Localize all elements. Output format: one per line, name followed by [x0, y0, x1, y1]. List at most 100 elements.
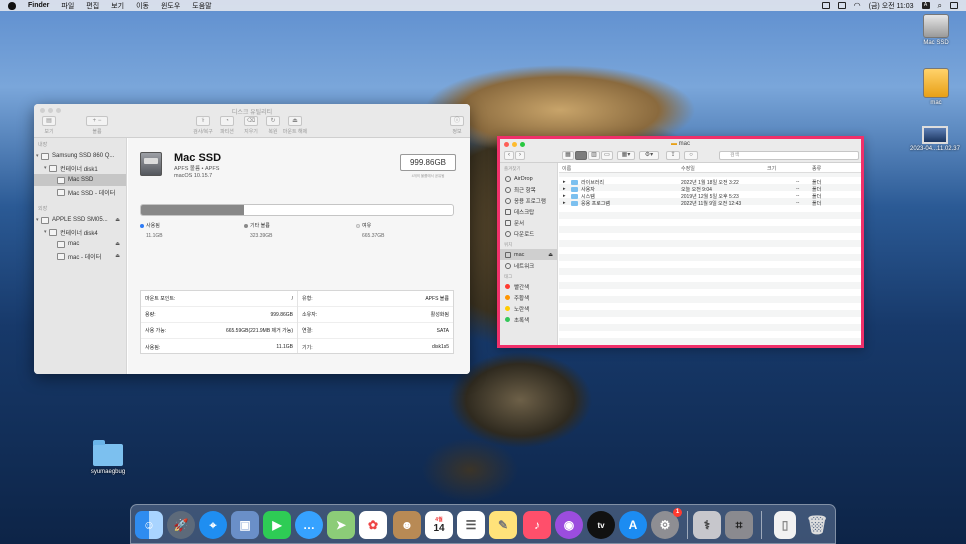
desktop-icon-mac-ssd[interactable]: Mac SSD [916, 14, 956, 46]
menu-go[interactable]: 이동 [136, 1, 149, 11]
share-button[interactable]: ⇪ [666, 151, 680, 160]
apple-icon[interactable] [8, 1, 16, 10]
disclosure-icon[interactable]: ▸ [563, 200, 566, 206]
sidebar-item-desktop[interactable]: 데스크탑 [500, 206, 557, 217]
volume-button[interactable]: + − 볼륨 [84, 116, 110, 135]
document-icon[interactable]: ▯ [774, 511, 796, 539]
container-icon [49, 164, 57, 172]
sidebar-tag-red[interactable]: 빨간색 [500, 281, 557, 292]
eject-icon[interactable]: ⏏ [115, 217, 120, 223]
reminders-icon[interactable]: ☰ [457, 511, 485, 539]
disclosure-icon[interactable]: ▸ [563, 186, 566, 192]
sidebar-tag-yellow[interactable]: 노란색 [500, 303, 557, 314]
control-center-icon[interactable] [950, 2, 958, 9]
airdrop-icon [505, 175, 511, 182]
app-store-icon[interactable]: A [619, 511, 647, 539]
disclosure-icon[interactable]: ▸ [563, 179, 566, 185]
trash-icon[interactable]: 🗑 [803, 511, 831, 539]
clock[interactable]: (금) 오전 11:03 [869, 1, 914, 11]
view-button[interactable]: ▤ 보기 [38, 116, 60, 135]
file-row[interactable]: ▸ 응용 프로그램 2022년 11월 9일 오전 12:43 -- 폴더 [559, 200, 861, 207]
unmount-button[interactable]: ⏏ 마운트 해제 [280, 116, 310, 135]
notes-icon[interactable]: ✎ [489, 511, 517, 539]
column-view-button[interactable]: ▥ [588, 151, 600, 160]
finder-window: ▬ mac ‹ › ▦ ▥ ▭ ▦▾ ⚙▾ ⇪ ○ 검색 즐겨찾기 AirDro… [500, 139, 861, 345]
sidebar-item-mac[interactable]: mac ⏏ [500, 249, 557, 260]
sidebar-item-samsung-ssd[interactable]: ▾ Samsung SSD 860 Q... [34, 150, 126, 162]
desktop-icon-folder[interactable]: syumaegbug [84, 440, 132, 475]
sidebar-item-network[interactable]: 네트워크 [500, 260, 557, 271]
info-button[interactable]: ⓘ 정보 [446, 116, 468, 135]
search-input[interactable]: 검색 [719, 151, 859, 160]
desktop-icon-label: Mac SSD [923, 40, 949, 46]
gallery-view-button[interactable]: ▭ [601, 151, 613, 160]
menu-finder[interactable]: Finder [28, 2, 49, 9]
sidebar-item-container-disk4[interactable]: ▾ 컨테이너 disk4 [34, 226, 126, 238]
sidebar-tag-orange[interactable]: 주황색 [500, 292, 557, 303]
photos-icon[interactable]: ✿ [359, 511, 387, 539]
document-icon [505, 219, 511, 226]
preview-icon[interactable]: ▣ [231, 511, 259, 539]
icon-view-button[interactable]: ▦ [562, 151, 574, 160]
podcasts-icon[interactable]: ◉ [555, 511, 583, 539]
sidebar-item-mac-ssd-data[interactable]: Mac SSD - 데이터 [34, 186, 126, 198]
tv-icon[interactable]: tv [587, 511, 615, 539]
sidebar-item-container-disk1[interactable]: ▾ 컨테이너 disk1 [34, 162, 126, 174]
column-size[interactable]: 크기 [767, 165, 776, 172]
sidebar-item-recents[interactable]: 최근 항목 [500, 184, 557, 195]
sidebar-item-apple-ssd[interactable]: ▾ APPLE SSD SM05... ⏏ [34, 214, 126, 226]
sidebar-item-airdrop[interactable]: AirDrop [500, 173, 557, 184]
messages-icon[interactable]: … [295, 511, 323, 539]
menu-help[interactable]: 도움말 [192, 1, 211, 11]
desktop-icon-screenshot[interactable]: 2023-04...11.02.37 [904, 126, 966, 152]
finder-icon[interactable]: ☺ [135, 511, 163, 539]
file-row[interactable]: ▸ 시스템 2019년 12월 5일 오후 5:23 -- 폴더 [559, 193, 861, 200]
action-button[interactable]: ⚙▾ [639, 151, 659, 160]
sidebar-item-documents[interactable]: 문서 [500, 217, 557, 228]
info-row: 용량: 999.86GB [141, 307, 297, 323]
disk-utility-detail: Mac SSD APFS 볼륨 • APFS macOS 10.15.7 999… [128, 138, 470, 374]
partition-button[interactable]: ◔ 파티션 [214, 116, 240, 135]
music-icon[interactable]: ♪ [523, 511, 551, 539]
file-row[interactable]: ▸ 라이브러리 2022년 1월 18일 오전 3:22 -- 폴더 [559, 179, 861, 186]
screenshot-icon[interactable]: ⌗ [725, 511, 753, 539]
column-date[interactable]: 수정일 [681, 165, 695, 172]
menu-view[interactable]: 보기 [111, 1, 124, 11]
sidebar-item-applications[interactable]: 응용 프로그램 [500, 195, 557, 206]
eject-icon[interactable]: ⏏ [115, 241, 120, 247]
menu-edit[interactable]: 편집 [86, 1, 99, 11]
maps-icon[interactable]: ➤ [327, 511, 355, 539]
list-view-button[interactable] [575, 151, 587, 160]
column-name[interactable]: 이름 [562, 165, 571, 172]
facetime-icon[interactable]: ▶ [263, 511, 291, 539]
file-row[interactable]: ▸ 사용자 오늘 오전 9:04 -- 폴더 [559, 186, 861, 193]
safari-icon[interactable]: ⌖ [199, 511, 227, 539]
sidebar-item-mac[interactable]: mac ⏏ [34, 238, 126, 250]
wifi-icon[interactable]: ◠ [854, 1, 861, 10]
column-kind[interactable]: 종류 [812, 165, 821, 172]
system-preferences-icon[interactable]: ⚙ 1 [651, 508, 682, 539]
spotlight-icon[interactable]: ⌕ [938, 1, 942, 11]
menu-window[interactable]: 윈도우 [161, 1, 180, 11]
sidebar-item-downloads[interactable]: 다운로드 [500, 228, 557, 239]
tag-button[interactable]: ○ [684, 151, 698, 160]
disclosure-icon[interactable]: ▸ [563, 193, 566, 199]
sidebar-item-mac-ssd[interactable]: Mac SSD [34, 174, 126, 186]
battery-icon[interactable] [837, 2, 846, 9]
screen-mirror-icon[interactable] [821, 2, 830, 9]
sidebar-tag-green[interactable]: 초록색 [500, 314, 557, 325]
first-aid-button[interactable]: ⚕ 검사/복구 [190, 116, 216, 135]
input-method-icon[interactable]: A [921, 2, 930, 9]
calendar-icon[interactable]: 4월 14 [425, 511, 453, 539]
eject-icon[interactable]: ⏏ [115, 253, 120, 259]
desktop-icon-mac[interactable]: mac [916, 68, 956, 106]
sidebar-item-mac-data[interactable]: mac - 데이터 ⏏ [34, 250, 126, 262]
back-button[interactable]: ‹ [504, 151, 514, 160]
menu-file[interactable]: 파일 [61, 1, 74, 11]
disk-utility-icon[interactable]: ⚕ [693, 511, 721, 539]
forward-button[interactable]: › [515, 151, 525, 160]
contacts-icon[interactable]: ☻ [393, 511, 421, 539]
eject-icon[interactable]: ⏏ [548, 252, 553, 258]
group-button[interactable]: ▦▾ [617, 151, 635, 160]
launchpad-icon[interactable]: 🚀 [167, 511, 195, 539]
